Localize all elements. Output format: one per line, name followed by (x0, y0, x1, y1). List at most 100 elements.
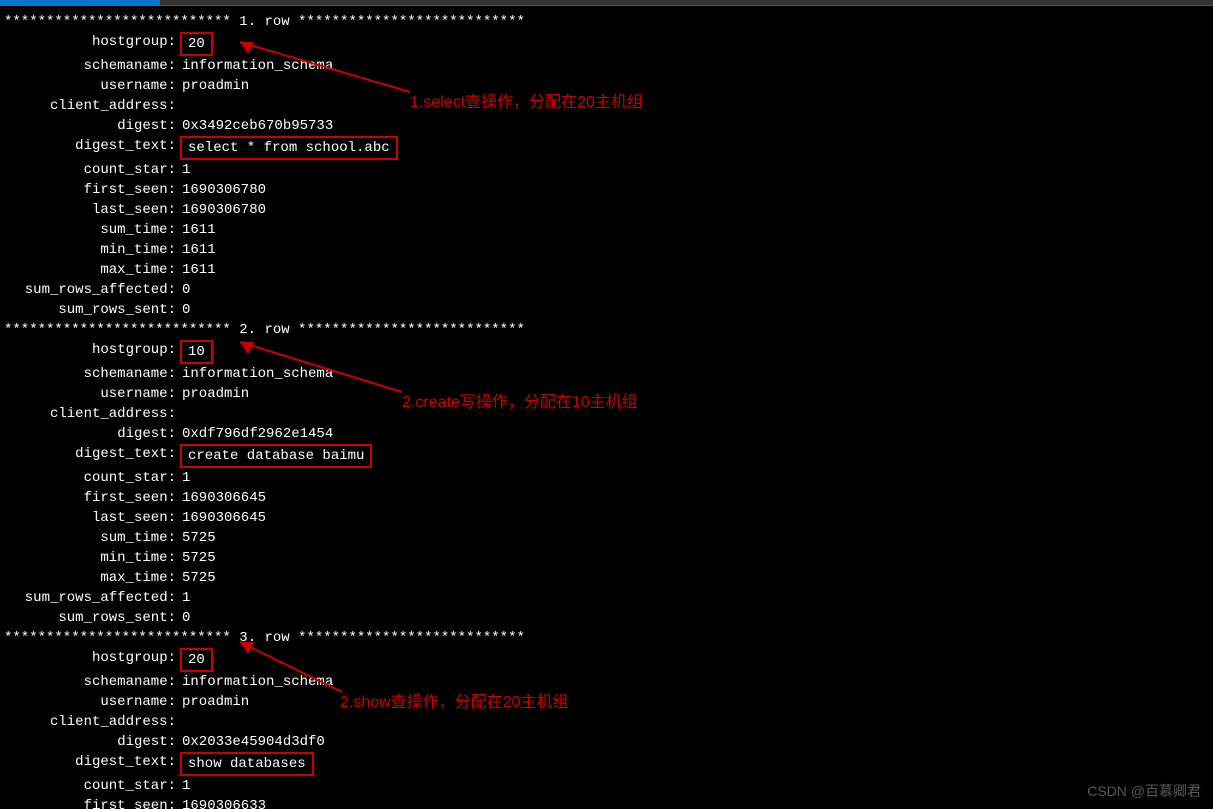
value-max-time-2: 5725 (182, 568, 216, 588)
value-username-1: proadmin (182, 76, 249, 96)
value-schemaname-1: information_schema (182, 56, 333, 76)
value-last-seen-2: 1690306645 (182, 508, 266, 528)
table-row: schemaname: information_schema (0, 56, 1213, 76)
value-count-star-1: 1 (182, 160, 190, 180)
value-sum-rows-sent-1: 0 (182, 300, 190, 320)
value-hostgroup-1: 20 (180, 32, 213, 56)
value-digest-1: 0x3492ceb670b95733 (182, 116, 333, 136)
table-row: max_time: 1611 (0, 260, 1213, 280)
table-row: hostgroup: 10 (0, 340, 1213, 364)
annotation-3: 2.show查操作，分配在20主机组 (340, 688, 569, 712)
value-digest-text-1: select * from school.abc (180, 136, 398, 160)
table-row: count_star: 1 (0, 468, 1213, 488)
table-row: hostgroup: 20 (0, 32, 1213, 56)
label-last-seen: last_seen: (0, 508, 182, 528)
value-username-2: proadmin (182, 384, 249, 404)
value-min-time-2: 5725 (182, 548, 216, 568)
table-row: digest_text: select * from school.abc (0, 136, 1213, 160)
table-row: min_time: 1611 (0, 240, 1213, 260)
table-row: username: proadmin (0, 692, 1213, 712)
table-row: sum_rows_sent: 0 (0, 608, 1213, 628)
table-row: digest_text: create database baimu (0, 444, 1213, 468)
label-last-seen: last_seen: (0, 200, 182, 220)
label-client-address: client_address: (0, 404, 182, 424)
label-username: username: (0, 76, 182, 96)
table-row: count_star: 1 (0, 776, 1213, 796)
value-first-seen-3: 1690306633 (182, 796, 266, 809)
label-digest-text: digest_text: (0, 136, 182, 160)
row-separator-3: *************************** 3. row *****… (0, 628, 1213, 648)
label-schemaname: schemaname: (0, 56, 182, 76)
label-sum-time: sum_time: (0, 220, 182, 240)
label-min-time: min_time: (0, 240, 182, 260)
value-digest-text-3: show databases (180, 752, 314, 776)
value-count-star-3: 1 (182, 776, 190, 796)
table-row: digest_text: show databases (0, 752, 1213, 776)
value-username-3: proadmin (182, 692, 249, 712)
label-max-time: max_time: (0, 568, 182, 588)
value-max-time-1: 1611 (182, 260, 216, 280)
label-first-seen: first_seen: (0, 796, 182, 809)
table-row: sum_rows_sent: 0 (0, 300, 1213, 320)
label-username: username: (0, 384, 182, 404)
table-row: sum_rows_affected: 1 (0, 588, 1213, 608)
table-row: sum_time: 5725 (0, 528, 1213, 548)
table-row: first_seen: 1690306780 (0, 180, 1213, 200)
label-client-address: client_address: (0, 96, 182, 116)
label-digest: digest: (0, 732, 182, 752)
label-hostgroup: hostgroup: (0, 340, 182, 364)
table-row: schemaname: information_schema (0, 672, 1213, 692)
value-digest-3: 0x2033e45904d3df0 (182, 732, 325, 752)
label-sum-rows-affected: sum_rows_affected: (0, 280, 182, 300)
table-row: digest: 0xdf796df2962e1454 (0, 424, 1213, 444)
value-first-seen-1: 1690306780 (182, 180, 266, 200)
label-schemaname: schemaname: (0, 672, 182, 692)
label-digest-text: digest_text: (0, 752, 182, 776)
label-digest: digest: (0, 424, 182, 444)
annotation-2: 2.create写操作，分配在10主机组 (402, 388, 638, 412)
table-row: hostgroup: 20 (0, 648, 1213, 672)
row-separator-1: *************************** 1. row *****… (0, 12, 1213, 32)
table-row: max_time: 5725 (0, 568, 1213, 588)
value-digest-2: 0xdf796df2962e1454 (182, 424, 333, 444)
label-hostgroup: hostgroup: (0, 32, 182, 56)
label-min-time: min_time: (0, 548, 182, 568)
label-username: username: (0, 692, 182, 712)
table-row: last_seen: 1690306645 (0, 508, 1213, 528)
table-row: first_seen: 1690306633 (0, 796, 1213, 809)
label-digest-text: digest_text: (0, 444, 182, 468)
label-sum-rows-sent: sum_rows_sent: (0, 300, 182, 320)
label-sum-time: sum_time: (0, 528, 182, 548)
label-sum-rows-affected: sum_rows_affected: (0, 588, 182, 608)
table-row: sum_time: 1611 (0, 220, 1213, 240)
label-digest: digest: (0, 116, 182, 136)
value-schemaname-3: information_schema (182, 672, 333, 692)
table-row: digest: 0x3492ceb670b95733 (0, 116, 1213, 136)
label-schemaname: schemaname: (0, 364, 182, 384)
label-hostgroup: hostgroup: (0, 648, 182, 672)
watermark: CSDN @百慕卿君 (1087, 781, 1201, 801)
table-row: digest: 0x2033e45904d3df0 (0, 732, 1213, 752)
row-separator-2: *************************** 2. row *****… (0, 320, 1213, 340)
label-first-seen: first_seen: (0, 180, 182, 200)
label-count-star: count_star: (0, 468, 182, 488)
value-hostgroup-3: 20 (180, 648, 213, 672)
value-count-star-2: 1 (182, 468, 190, 488)
value-sum-time-2: 5725 (182, 528, 216, 548)
table-row: count_star: 1 (0, 160, 1213, 180)
value-first-seen-2: 1690306645 (182, 488, 266, 508)
value-hostgroup-2: 10 (180, 340, 213, 364)
value-sum-time-1: 1611 (182, 220, 216, 240)
label-client-address: client_address: (0, 712, 182, 732)
table-row: first_seen: 1690306645 (0, 488, 1213, 508)
annotation-1: 1.select查操作，分配在20主机组 (410, 88, 643, 112)
value-last-seen-1: 1690306780 (182, 200, 266, 220)
label-max-time: max_time: (0, 260, 182, 280)
value-min-time-1: 1611 (182, 240, 216, 260)
label-count-star: count_star: (0, 160, 182, 180)
value-schemaname-2: information_schema (182, 364, 333, 384)
label-first-seen: first_seen: (0, 488, 182, 508)
value-sum-rows-affected-1: 0 (182, 280, 190, 300)
value-sum-rows-affected-2: 1 (182, 588, 190, 608)
value-digest-text-2: create database baimu (180, 444, 372, 468)
